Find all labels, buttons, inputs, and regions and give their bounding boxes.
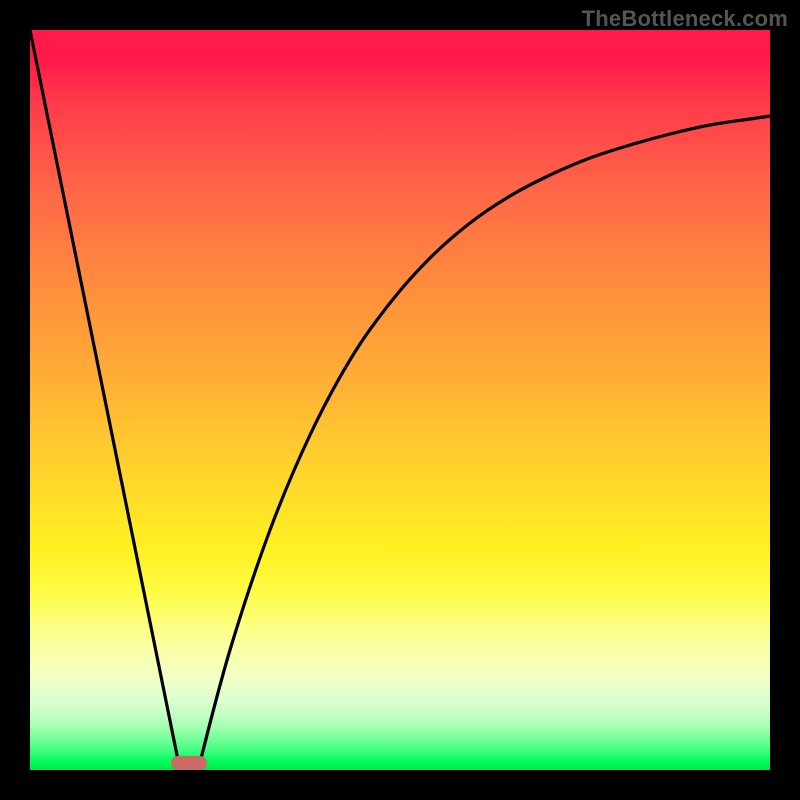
left-slope-path: [30, 30, 180, 770]
curve-layer: [30, 30, 770, 770]
right-curve-path: [198, 116, 770, 770]
watermark-text: TheBottleneck.com: [582, 6, 788, 32]
optimum-marker: [171, 756, 207, 770]
chart-frame: TheBottleneck.com: [0, 0, 800, 800]
plot-area: [30, 30, 770, 770]
